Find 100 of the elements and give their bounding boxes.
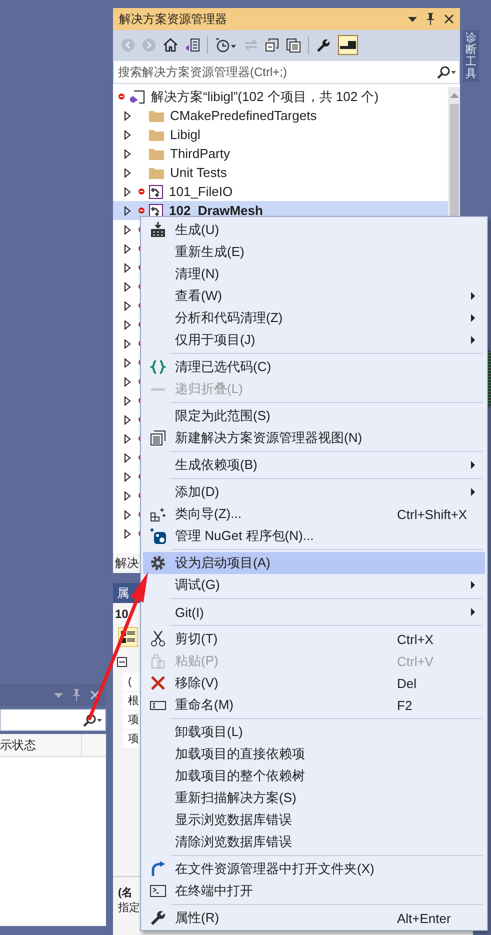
menu-item[interactable]: 卸载项目(L)	[143, 721, 485, 743]
panel-title: 解决方案资源管理器	[119, 10, 227, 28]
shortcut-label: Ctrl+X	[397, 632, 434, 646]
expand-arrow-icon[interactable]	[124, 528, 131, 538]
home-icon[interactable]	[163, 38, 178, 52]
submenu-arrow-icon	[471, 461, 475, 469]
menu-item[interactable]: 设为启动项目(A)	[143, 552, 485, 574]
preview-toggle-button[interactable]	[338, 35, 358, 55]
menu-item[interactable]: 类向导(Z)... Ctrl+Shift+X	[143, 503, 485, 525]
menu-item[interactable]: 清理(N)	[143, 263, 485, 285]
tree-item[interactable]: Libigl	[113, 125, 448, 144]
expand-arrow-icon[interactable]	[124, 110, 131, 120]
expand-arrow-icon[interactable]	[124, 206, 131, 216]
collapse-all-icon[interactable]	[265, 38, 279, 52]
search-field[interactable]: 搜索解决方案资源管理器(Ctrl+;)	[118, 65, 437, 79]
error-dot-icon	[118, 93, 125, 100]
expand-arrow-icon[interactable]	[124, 282, 131, 292]
expand-arrow-icon[interactable]	[124, 130, 131, 140]
error-dot-icon	[138, 207, 145, 214]
expand-arrow-icon[interactable]	[124, 262, 131, 272]
preview-icon	[340, 41, 356, 49]
description-text: 指定	[118, 900, 140, 915]
menu-item[interactable]: 仅用于项目(J)	[143, 329, 485, 351]
expand-arrow-icon[interactable]	[124, 490, 131, 500]
expand-arrow-icon[interactable]	[124, 376, 131, 386]
description-title: (名	[118, 886, 133, 900]
scissors-icon	[150, 631, 166, 647]
menu-item[interactable]: 在文件资源管理器中打开文件夹(X)	[143, 858, 485, 880]
expand-arrow-icon[interactable]	[124, 434, 131, 444]
pin-icon[interactable]	[426, 13, 435, 25]
tree-item-label: 102_DrawMesh	[169, 203, 263, 218]
panel-title: 属	[117, 584, 129, 602]
submenu-arrow-icon	[471, 314, 475, 322]
menu-item[interactable]: Git(I)	[143, 601, 485, 623]
expand-arrow-icon[interactable]	[124, 244, 131, 254]
side-tab[interactable]: 诊断工具	[463, 30, 479, 82]
copy-icon[interactable]	[286, 38, 301, 52]
menu-item[interactable]: 重命名(M) F2	[143, 694, 485, 716]
menu-item[interactable]: 加载项目的直接依赖项	[143, 743, 485, 765]
menu-item[interactable]: 生成依赖项(B)	[143, 454, 485, 476]
search-box[interactable]: 搜索解决方案资源管理器(Ctrl+;)	[113, 60, 460, 84]
expand-arrow-icon[interactable]	[124, 358, 131, 368]
expand-arrow-icon[interactable]	[124, 148, 131, 158]
submenu-arrow-icon	[471, 608, 475, 616]
close-icon	[150, 675, 166, 691]
menu-item[interactable]: 新建解决方案资源管理器视图(N)	[143, 427, 485, 449]
expand-arrow-icon[interactable]	[124, 510, 131, 520]
history-icon[interactable]	[215, 38, 237, 52]
expand-arrow-icon[interactable]	[124, 396, 131, 406]
build-icon	[150, 222, 166, 238]
expand-arrow-icon[interactable]	[124, 414, 131, 424]
menu-item[interactable]: 属性(R) Alt+Enter	[143, 907, 485, 929]
menu-item[interactable]: 清理已选代码(C)	[143, 356, 485, 378]
folder-icon	[149, 148, 164, 160]
folder-icon	[149, 166, 164, 178]
expand-arrow-icon[interactable]	[124, 452, 131, 462]
folder-icon	[149, 128, 164, 140]
expand-arrow-icon[interactable]	[124, 224, 131, 234]
menu-item[interactable]: 调试(G)	[143, 574, 485, 596]
tree-item[interactable]: 解决方案“libigl”(102 个项目，共 102 个)	[113, 87, 448, 106]
menu-item[interactable]: 添加(D)	[143, 481, 485, 503]
menu-item[interactable]: 管理 NuGet 程序包(N)...	[143, 525, 485, 547]
search-field[interactable]	[0, 709, 106, 731]
tree-item[interactable]: 101_FileIO	[113, 182, 448, 201]
expand-arrow-icon[interactable]	[124, 300, 131, 310]
panel-tab[interactable]: 解决	[115, 554, 139, 572]
expand-arrow-icon[interactable]	[124, 186, 131, 196]
collapse-icon[interactable]	[117, 657, 127, 667]
tree-item[interactable]: CMakePredefinedTargets	[113, 106, 448, 125]
folder-icon	[149, 110, 164, 122]
tree-item[interactable]: Unit Tests	[113, 163, 448, 182]
menu-item[interactable]: 加载项目的整个依赖树	[143, 765, 485, 787]
switch-view-icon[interactable]	[185, 38, 200, 52]
tree-item-label: ThirdParty	[170, 146, 230, 161]
search-icon[interactable]	[83, 714, 103, 726]
close-icon[interactable]	[444, 14, 454, 24]
expand-arrow-icon[interactable]	[124, 320, 131, 330]
terminal-icon	[150, 883, 166, 899]
menu-item[interactable]: 重新生成(E)	[143, 241, 485, 263]
curved-arrow-icon	[150, 861, 166, 877]
wrench-icon[interactable]	[316, 38, 331, 52]
menu-item[interactable]: 显示浏览数据库错误	[143, 809, 485, 831]
expand-arrow-icon[interactable]	[124, 168, 131, 178]
menu-item[interactable]: 清除浏览数据库错误	[143, 831, 485, 853]
dropdown-icon[interactable]	[408, 16, 417, 22]
menu-item[interactable]: 分析和代码清理(Z)	[143, 307, 485, 329]
menu-item[interactable]: 生成(U)	[143, 219, 485, 241]
submenu-arrow-icon	[471, 336, 475, 344]
menu-item[interactable]: 重新扫描解决方案(S)	[143, 787, 485, 809]
expand-arrow-icon[interactable]	[124, 472, 131, 482]
menu-item[interactable]: 查看(W)	[143, 285, 485, 307]
clipboard-icon	[150, 653, 166, 669]
menu-item[interactable]: 限定为此范围(S)	[143, 405, 485, 427]
menu-item[interactable]: 移除(V) Del	[143, 672, 485, 694]
menu-item[interactable]: 在终端中打开	[143, 880, 485, 902]
project-icon	[149, 184, 163, 198]
search-icon[interactable]	[437, 66, 457, 78]
tree-item[interactable]: ThirdParty	[113, 144, 448, 163]
expand-arrow-icon[interactable]	[124, 338, 131, 348]
menu-item[interactable]: 剪切(T) Ctrl+X	[143, 628, 485, 650]
